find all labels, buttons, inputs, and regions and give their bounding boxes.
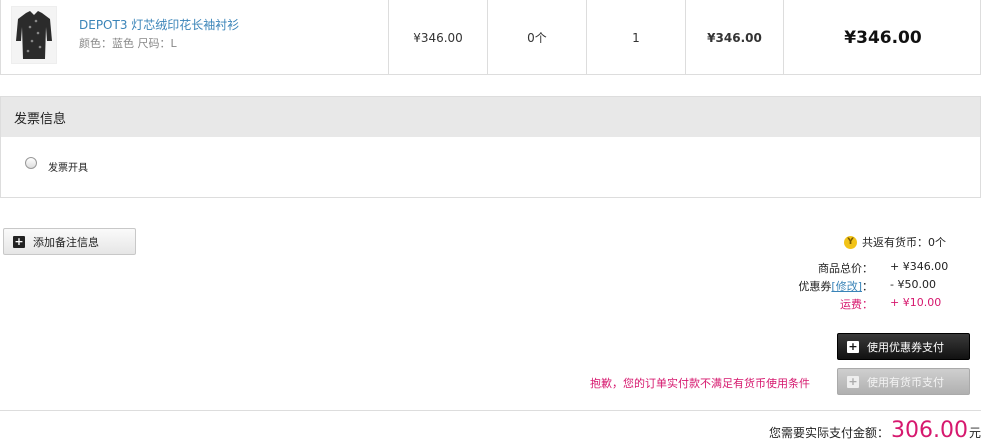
item-total: ¥346.00 xyxy=(783,0,982,75)
coupon-edit-link[interactable]: [修改] xyxy=(831,280,862,293)
product-thumbnail[interactable] xyxy=(11,6,57,64)
payable-label: 您需要实际支付金额： xyxy=(768,426,889,440)
product-attributes: 颜色：蓝色 尺码：L xyxy=(79,37,177,50)
order-item-row: DEPOT3 灯芯绒印花长袖衬衫 颜色：蓝色 尺码：L ¥346.00 0个 1… xyxy=(0,0,981,75)
plus-icon: + xyxy=(847,374,859,388)
invoice-title: 发票信息 xyxy=(1,96,980,137)
invoice-option-label[interactable]: 发票开具 xyxy=(48,159,88,174)
goods-total-value: + ¥346.00 xyxy=(890,260,949,273)
add-note-button[interactable]: + 添加备注信息 xyxy=(3,228,136,255)
unit-price: ¥346.00 xyxy=(388,0,487,75)
invoice-radio[interactable] xyxy=(25,157,37,169)
quantity: 1 xyxy=(586,0,685,75)
payable-amount: 306.00 xyxy=(891,418,968,443)
product-name-link[interactable]: DEPOT3 灯芯绒印花长袖衬衫 xyxy=(79,16,239,33)
coupon-colon: ： xyxy=(862,280,873,293)
subtotal: ¥346.00 xyxy=(685,0,783,75)
coins-return-value: 0个 xyxy=(928,236,946,249)
divider xyxy=(0,410,981,411)
coupon-pay-button[interactable]: + 使用优惠券支付 xyxy=(837,333,970,360)
add-note-label: 添加备注信息 xyxy=(33,235,99,249)
coupon-value: - ¥50.00 xyxy=(890,278,936,291)
goods-total-label: 商品总价： xyxy=(818,262,873,275)
payable-unit: 元 xyxy=(968,426,981,440)
payable-total: 您需要实际支付金额： 306.00 元 xyxy=(769,418,981,443)
coins-return: Y 共返有货币： 0个 xyxy=(844,234,946,250)
shipping-label: 运费： xyxy=(840,298,873,311)
invoice-section: 发票信息 发票开具 xyxy=(0,96,981,198)
plus-icon: + xyxy=(13,234,25,248)
coupon-pay-label: 使用优惠券支付 xyxy=(867,340,944,354)
coupon-label: 优惠券 xyxy=(798,280,832,293)
coin-pay-button[interactable]: + 使用有货币支付 xyxy=(837,368,970,395)
coupon-label-group: 优惠券[修改]： xyxy=(798,278,873,294)
coin-return: 0个 xyxy=(487,0,586,75)
plus-icon: + xyxy=(847,339,859,353)
coin-pay-label: 使用有货币支付 xyxy=(867,375,944,389)
coin-warning: 抱歉，您的订单实付款不满足有货币使用条件 xyxy=(590,377,810,390)
coins-return-label: 共返有货币： xyxy=(862,236,928,249)
coin-icon: Y xyxy=(844,235,857,249)
shipping-value: + ¥10.00 xyxy=(890,296,942,309)
